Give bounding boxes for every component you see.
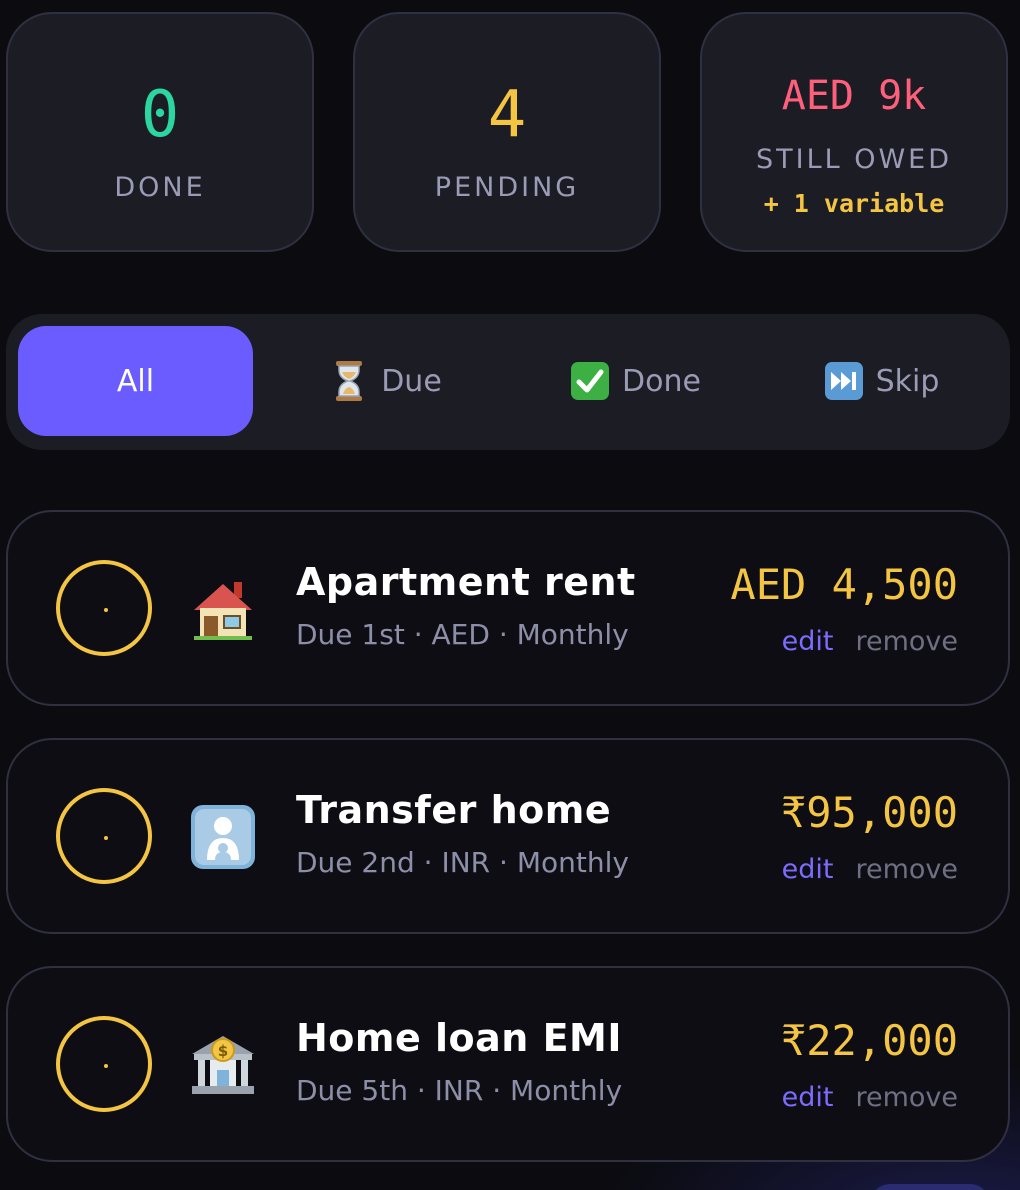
bill-amount: AED 4,500 xyxy=(730,560,958,609)
svg-text:$: $ xyxy=(218,1042,228,1060)
tab-due-label: Due xyxy=(381,363,442,399)
bill-amount: ₹95,000 xyxy=(780,788,958,837)
tab-skip-label: Skip xyxy=(875,363,940,399)
bill-schedule: Due 2nd · INR · Monthly xyxy=(296,846,629,879)
bill-name: Home loan EMI xyxy=(296,1016,622,1060)
owed-amount: AED 9k xyxy=(781,73,927,119)
tab-all[interactable]: All xyxy=(18,326,253,436)
variable-note: + 1 variable xyxy=(763,189,945,218)
bill-name: Apartment rent xyxy=(296,560,636,604)
pending-count: 4 xyxy=(487,78,527,152)
bill-schedule: Due 5th · INR · Monthly xyxy=(296,1074,623,1107)
bill-row: Apartment rent Due 1st · AED · Monthly A… xyxy=(6,510,1010,706)
edit-link[interactable]: edit xyxy=(782,626,834,657)
house-icon xyxy=(188,574,258,644)
bank-icon: $ xyxy=(188,1030,258,1100)
hourglass-icon xyxy=(329,361,369,401)
edit-link[interactable]: edit xyxy=(782,854,834,885)
bill-amount: ₹22,000 xyxy=(780,1016,958,1065)
bill-actions: edit remove xyxy=(782,854,958,885)
tab-all-label: All xyxy=(116,363,155,399)
done-summary-card: 0 DONE xyxy=(6,12,314,252)
tab-done-label: Done xyxy=(622,363,701,399)
bill-actions: edit remove xyxy=(782,1082,958,1113)
done-label: DONE xyxy=(114,172,206,203)
remove-link[interactable]: remove xyxy=(855,854,958,885)
mark-paid-toggle[interactable] xyxy=(56,788,152,884)
tab-due[interactable]: Due xyxy=(268,326,503,436)
done-count: 0 xyxy=(140,78,180,152)
skip-forward-icon xyxy=(824,361,864,401)
owed-summary-card: AED 9k STILL OWED + 1 variable xyxy=(700,12,1008,252)
mark-paid-toggle[interactable] xyxy=(56,1016,152,1112)
owed-label: STILL OWED xyxy=(755,144,953,175)
pending-label: PENDING xyxy=(434,172,580,203)
bill-schedule: Due 1st · AED · Monthly xyxy=(296,618,629,651)
bills-screen: 0 DONE 4 PENDING AED 9k STILL OWED + 1 v… xyxy=(0,0,1020,1190)
bill-row: $ Home loan EMI Due 5th · INR · Monthly … xyxy=(6,966,1010,1162)
bill-name: Transfer home xyxy=(296,788,612,832)
remove-link[interactable]: remove xyxy=(855,626,958,657)
edit-link[interactable]: edit xyxy=(782,1082,834,1113)
add-bill-button[interactable] xyxy=(870,1184,990,1190)
tab-done[interactable]: Done xyxy=(518,326,753,436)
tab-skip[interactable]: Skip xyxy=(764,326,999,436)
mark-paid-toggle[interactable] xyxy=(56,560,152,656)
pending-summary-card: 4 PENDING xyxy=(353,12,661,252)
bill-actions: edit remove xyxy=(782,626,958,657)
check-mark-button-icon xyxy=(570,361,610,401)
family-transfer-icon xyxy=(188,802,258,872)
bill-row: Transfer home Due 2nd · INR · Monthly ₹9… xyxy=(6,738,1010,934)
filter-tabs: All Due Done Skip xyxy=(6,314,1010,450)
remove-link[interactable]: remove xyxy=(855,1082,958,1113)
